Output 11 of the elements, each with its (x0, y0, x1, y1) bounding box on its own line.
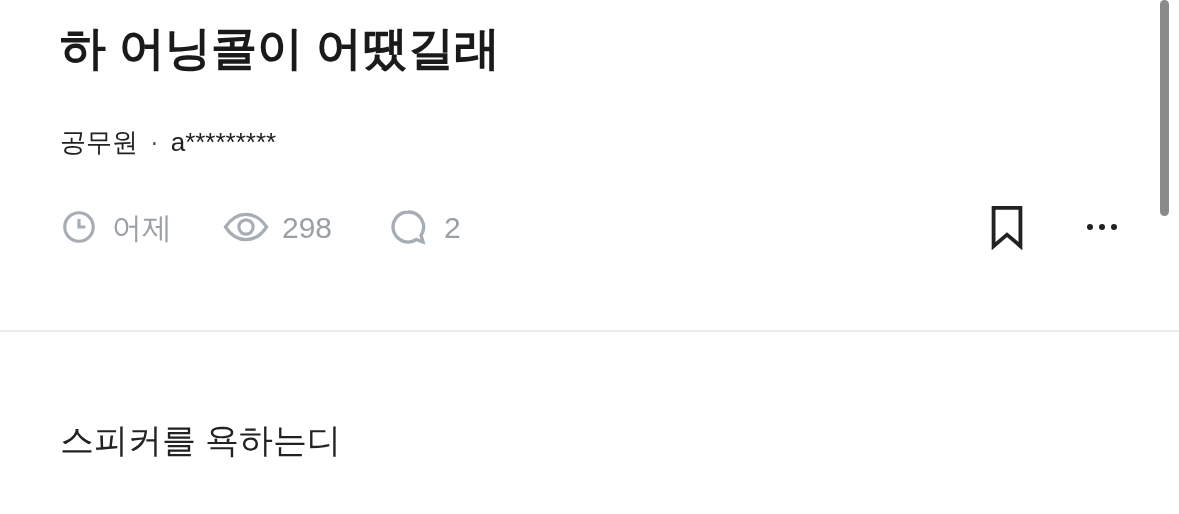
scrollbar-thumb[interactable] (1160, 0, 1169, 216)
separator: · (150, 126, 159, 158)
post-body: 스피커를 욕하는디 (59, 420, 343, 461)
view-count: 298 (282, 209, 333, 246)
more-button[interactable] (1085, 222, 1119, 232)
post-title: 하 어닝콜이 어땠길래 (60, 21, 501, 76)
post-time: 어제 (112, 209, 172, 246)
clock-icon (60, 208, 98, 246)
comment-count: 2 (444, 209, 461, 246)
author-name: a********* (170, 126, 277, 158)
author-company: 공무원 (60, 126, 138, 158)
